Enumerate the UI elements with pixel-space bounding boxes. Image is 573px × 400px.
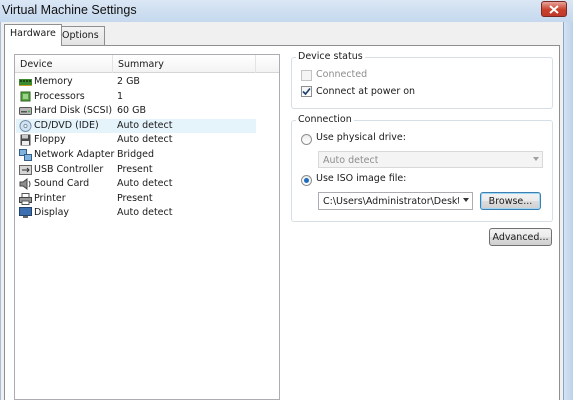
device-row[interactable]: CD/DVD (IDE) Auto detect bbox=[16, 118, 256, 134]
chevron-down-icon bbox=[533, 157, 539, 161]
device-row[interactable]: Sound Card Auto detect bbox=[16, 177, 256, 192]
checkmark-icon bbox=[302, 87, 311, 96]
connect-at-power-on-checkbox[interactable] bbox=[301, 86, 312, 97]
usb-icon bbox=[19, 164, 32, 176]
device-name: Processors bbox=[34, 90, 85, 102]
physical-drive-select[interactable]: Auto detect bbox=[318, 151, 543, 168]
device-status-title: Device status bbox=[296, 51, 365, 62]
processor-icon bbox=[19, 91, 32, 103]
hard-disk-icon bbox=[19, 105, 32, 117]
radio-selected-dot bbox=[304, 178, 309, 183]
window-title: Virtual Machine Settings bbox=[2, 3, 137, 17]
tab-options[interactable]: Options bbox=[56, 26, 105, 45]
device-summary: Auto detect bbox=[117, 134, 173, 146]
device-summary: Present bbox=[117, 192, 153, 204]
device-row[interactable]: Processors 1 bbox=[16, 90, 256, 105]
device-name: Printer bbox=[34, 192, 66, 204]
device-name: Memory bbox=[34, 76, 73, 87]
column-header-device[interactable]: Device bbox=[15, 55, 113, 73]
connected-checkbox[interactable] bbox=[301, 70, 312, 81]
device-summary: Present bbox=[117, 163, 153, 175]
connection-title: Connection bbox=[296, 114, 354, 125]
browse-button[interactable]: Browse... bbox=[480, 192, 541, 210]
device-row[interactable]: Display Auto detect bbox=[16, 206, 256, 221]
device-summary: 2 GB bbox=[117, 76, 140, 87]
device-row[interactable]: Hard Disk (SCSI) 60 GB bbox=[16, 104, 256, 119]
advanced-button[interactable]: Advanced... bbox=[489, 228, 552, 246]
column-header-summary[interactable]: Summary bbox=[113, 55, 256, 73]
device-name: CD/DVD (IDE) bbox=[34, 119, 99, 131]
iso-image-radio[interactable] bbox=[301, 175, 312, 186]
device-summary: Bridged bbox=[117, 149, 154, 160]
device-row[interactable]: Memory 2 GB bbox=[16, 75, 256, 90]
iso-path-combo[interactable]: C:\Users\Administrator\Desktop bbox=[318, 192, 473, 210]
iso-path-value: C:\Users\Administrator\Desktop bbox=[323, 196, 459, 207]
tab-hardware[interactable]: Hardware bbox=[4, 24, 62, 46]
device-summary: 60 GB bbox=[117, 105, 146, 117]
sound-card-icon bbox=[19, 178, 32, 191]
connected-label: Connected bbox=[316, 69, 368, 80]
device-name: Floppy bbox=[34, 134, 66, 146]
device-name: Sound Card bbox=[34, 178, 90, 190]
device-name: Hard Disk (SCSI) bbox=[34, 105, 113, 117]
device-name: USB Controller bbox=[34, 163, 104, 175]
device-name: Display bbox=[34, 207, 70, 219]
device-summary: 1 bbox=[117, 90, 124, 102]
column-header-filler bbox=[256, 55, 279, 73]
device-list-header: Device Summary bbox=[15, 55, 279, 73]
device-summary: Auto detect bbox=[117, 178, 173, 190]
window-border bbox=[563, 22, 573, 400]
physical-drive-value: Auto detect bbox=[323, 155, 379, 166]
device-summary: Auto detect bbox=[117, 207, 173, 219]
printer-icon bbox=[19, 192, 32, 205]
device-summary: Auto detect bbox=[117, 119, 173, 131]
iso-image-label: Use ISO image file: bbox=[316, 173, 407, 184]
device-list[interactable]: Device Summary Memory 2 GB Processors 1 Hard… bbox=[14, 54, 280, 400]
device-row[interactable]: Floppy Auto detect bbox=[16, 133, 256, 148]
close-icon bbox=[549, 4, 559, 14]
chevron-down-icon bbox=[463, 198, 469, 202]
device-name: Network Adapter bbox=[34, 149, 115, 160]
connect-at-power-on-label: Connect at power on bbox=[316, 86, 416, 97]
cd-dvd-icon bbox=[19, 119, 32, 132]
title-bar[interactable]: Virtual Machine Settings bbox=[0, 0, 573, 22]
device-status-group bbox=[291, 57, 553, 109]
floppy-icon bbox=[19, 134, 32, 146]
display-icon bbox=[19, 207, 32, 219]
close-button[interactable] bbox=[541, 1, 567, 17]
device-row[interactable]: USB Controller Present bbox=[16, 163, 256, 178]
network-adapter-icon bbox=[19, 149, 32, 161]
device-row[interactable]: Printer Present bbox=[16, 192, 256, 207]
memory-icon bbox=[19, 76, 32, 88]
physical-drive-radio[interactable] bbox=[301, 134, 312, 145]
physical-drive-label: Use physical drive: bbox=[316, 132, 406, 143]
device-row[interactable]: Network Adapter Bridged bbox=[16, 148, 256, 163]
